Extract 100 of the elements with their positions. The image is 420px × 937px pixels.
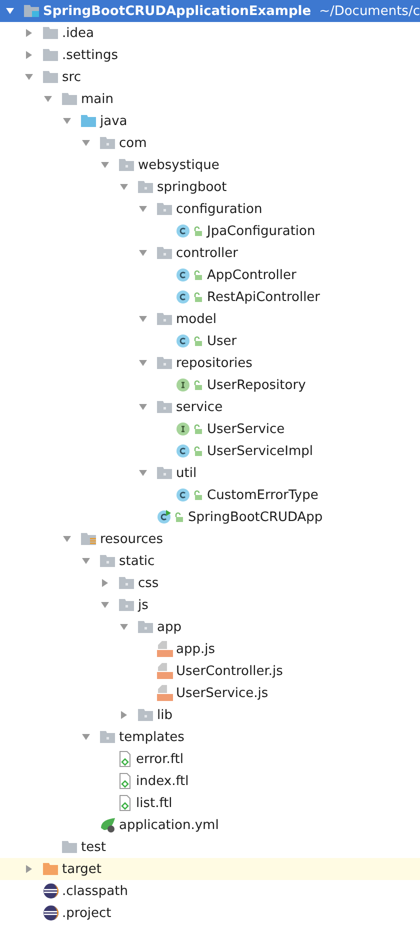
item-name: main bbox=[81, 92, 114, 106]
tree-row[interactable]: app.js bbox=[0, 638, 420, 660]
tree-row[interactable]: util bbox=[0, 462, 420, 484]
expanded-arrow-icon[interactable] bbox=[62, 116, 72, 126]
tree-row[interactable]: SpringBootCRUDApplicationExample ~/Documents/c bbox=[0, 0, 420, 22]
item-name: error.ftl bbox=[136, 752, 184, 766]
package-folder-icon bbox=[138, 620, 154, 634]
collapsed-arrow-icon[interactable] bbox=[100, 578, 110, 588]
tree-row[interactable]: static bbox=[0, 550, 420, 572]
expanded-arrow-icon[interactable] bbox=[138, 248, 148, 258]
tree-row[interactable]: test bbox=[0, 836, 420, 858]
expanded-arrow-icon[interactable] bbox=[138, 468, 148, 478]
expanded-arrow-icon[interactable] bbox=[81, 138, 91, 148]
expanded-arrow-icon[interactable] bbox=[43, 94, 53, 104]
item-name: css bbox=[138, 576, 159, 590]
package-folder-icon bbox=[119, 576, 135, 590]
item-name: controller bbox=[176, 246, 238, 260]
template-file-icon bbox=[119, 795, 133, 811]
tree-row[interactable]: configuration bbox=[0, 198, 420, 220]
tree-row[interactable]: User bbox=[0, 330, 420, 352]
expanded-arrow-icon[interactable] bbox=[138, 358, 148, 368]
item-name: JpaConfiguration bbox=[207, 224, 316, 238]
tree-row[interactable]: com bbox=[0, 132, 420, 154]
expanded-arrow-icon[interactable] bbox=[100, 600, 110, 610]
expanded-arrow-icon[interactable] bbox=[119, 182, 129, 192]
lock-icon bbox=[193, 270, 202, 280]
tree-row[interactable]: application.yml bbox=[0, 814, 420, 836]
folder-icon bbox=[43, 862, 59, 876]
tree-row[interactable]: css bbox=[0, 572, 420, 594]
class-icon bbox=[157, 510, 171, 524]
lock-icon bbox=[193, 380, 202, 390]
tree-row[interactable]: controller bbox=[0, 242, 420, 264]
eclipse-icon bbox=[43, 905, 59, 921]
tree-row[interactable]: js bbox=[0, 594, 420, 616]
tree-row[interactable]: .project bbox=[0, 902, 420, 924]
class-icon bbox=[176, 224, 190, 238]
js-file-icon bbox=[157, 641, 173, 657]
tree-row[interactable]: JpaConfiguration bbox=[0, 220, 420, 242]
interface-icon bbox=[176, 378, 190, 392]
collapsed-arrow-icon[interactable] bbox=[24, 28, 34, 38]
item-name: RestApiController bbox=[207, 290, 320, 304]
tree-row[interactable]: java bbox=[0, 110, 420, 132]
tree-row[interactable]: CustomErrorType bbox=[0, 484, 420, 506]
package-folder-icon bbox=[100, 730, 116, 744]
tree-row[interactable]: .settings bbox=[0, 44, 420, 66]
expanded-arrow-icon[interactable] bbox=[100, 160, 110, 170]
tree-row[interactable]: RestApiController bbox=[0, 286, 420, 308]
item-name: test bbox=[81, 840, 106, 854]
tree-row[interactable]: UserController.js bbox=[0, 660, 420, 682]
item-name: springboot bbox=[157, 180, 227, 194]
expanded-arrow-icon[interactable] bbox=[81, 556, 91, 566]
tree-row[interactable]: resources bbox=[0, 528, 420, 550]
tree-row[interactable]: .idea bbox=[0, 22, 420, 44]
item-name: app bbox=[157, 620, 182, 634]
expanded-arrow-icon[interactable] bbox=[62, 534, 72, 544]
tree-row[interactable]: target bbox=[0, 858, 420, 880]
collapsed-arrow-icon[interactable] bbox=[24, 50, 34, 60]
expanded-arrow-icon[interactable] bbox=[138, 204, 148, 214]
expanded-arrow-icon[interactable] bbox=[119, 622, 129, 632]
tree-row[interactable]: error.ftl bbox=[0, 748, 420, 770]
expanded-arrow-icon[interactable] bbox=[138, 314, 148, 324]
spring-leaf-icon bbox=[100, 817, 116, 833]
tree-row[interactable]: SpringBootCRUDApp bbox=[0, 506, 420, 528]
tree-row[interactable]: service bbox=[0, 396, 420, 418]
tree-row[interactable]: list.ftl bbox=[0, 792, 420, 814]
tree-row[interactable]: AppController bbox=[0, 264, 420, 286]
expanded-arrow-icon[interactable] bbox=[5, 6, 15, 16]
tree-row[interactable]: templates bbox=[0, 726, 420, 748]
tree-row[interactable]: model bbox=[0, 308, 420, 330]
tree-row[interactable]: src bbox=[0, 66, 420, 88]
class-icon bbox=[176, 290, 190, 304]
collapsed-arrow-icon[interactable] bbox=[24, 864, 34, 874]
collapsed-arrow-icon[interactable] bbox=[119, 710, 129, 720]
class-icon bbox=[176, 488, 190, 502]
item-name: index.ftl bbox=[136, 774, 189, 788]
tree-row[interactable]: main bbox=[0, 88, 420, 110]
tree-row[interactable]: app bbox=[0, 616, 420, 638]
tree-row[interactable]: index.ftl bbox=[0, 770, 420, 792]
item-name: User bbox=[207, 334, 237, 348]
expanded-arrow-icon[interactable] bbox=[138, 402, 148, 412]
interface-icon bbox=[176, 422, 190, 436]
project-path: ~/Documents/c bbox=[319, 4, 420, 18]
folder-icon bbox=[43, 26, 59, 40]
tree-row[interactable]: lib bbox=[0, 704, 420, 726]
expanded-arrow-icon[interactable] bbox=[81, 732, 91, 742]
tree-row[interactable]: UserService bbox=[0, 418, 420, 440]
tree-row[interactable]: repositories bbox=[0, 352, 420, 374]
tree-row[interactable]: websystique bbox=[0, 154, 420, 176]
tree-row[interactable]: .classpath bbox=[0, 880, 420, 902]
item-name: list.ftl bbox=[136, 796, 172, 810]
tree-row[interactable]: UserService.js bbox=[0, 682, 420, 704]
tree-row[interactable]: UserServiceImpl bbox=[0, 440, 420, 462]
item-name: UserRepository bbox=[207, 378, 306, 392]
lock-icon bbox=[174, 512, 183, 522]
tree-row[interactable]: springboot bbox=[0, 176, 420, 198]
item-name: UserController.js bbox=[176, 664, 283, 678]
item-name: .idea bbox=[62, 26, 94, 40]
item-name: util bbox=[176, 466, 197, 480]
expanded-arrow-icon[interactable] bbox=[24, 72, 34, 82]
tree-row[interactable]: UserRepository bbox=[0, 374, 420, 396]
